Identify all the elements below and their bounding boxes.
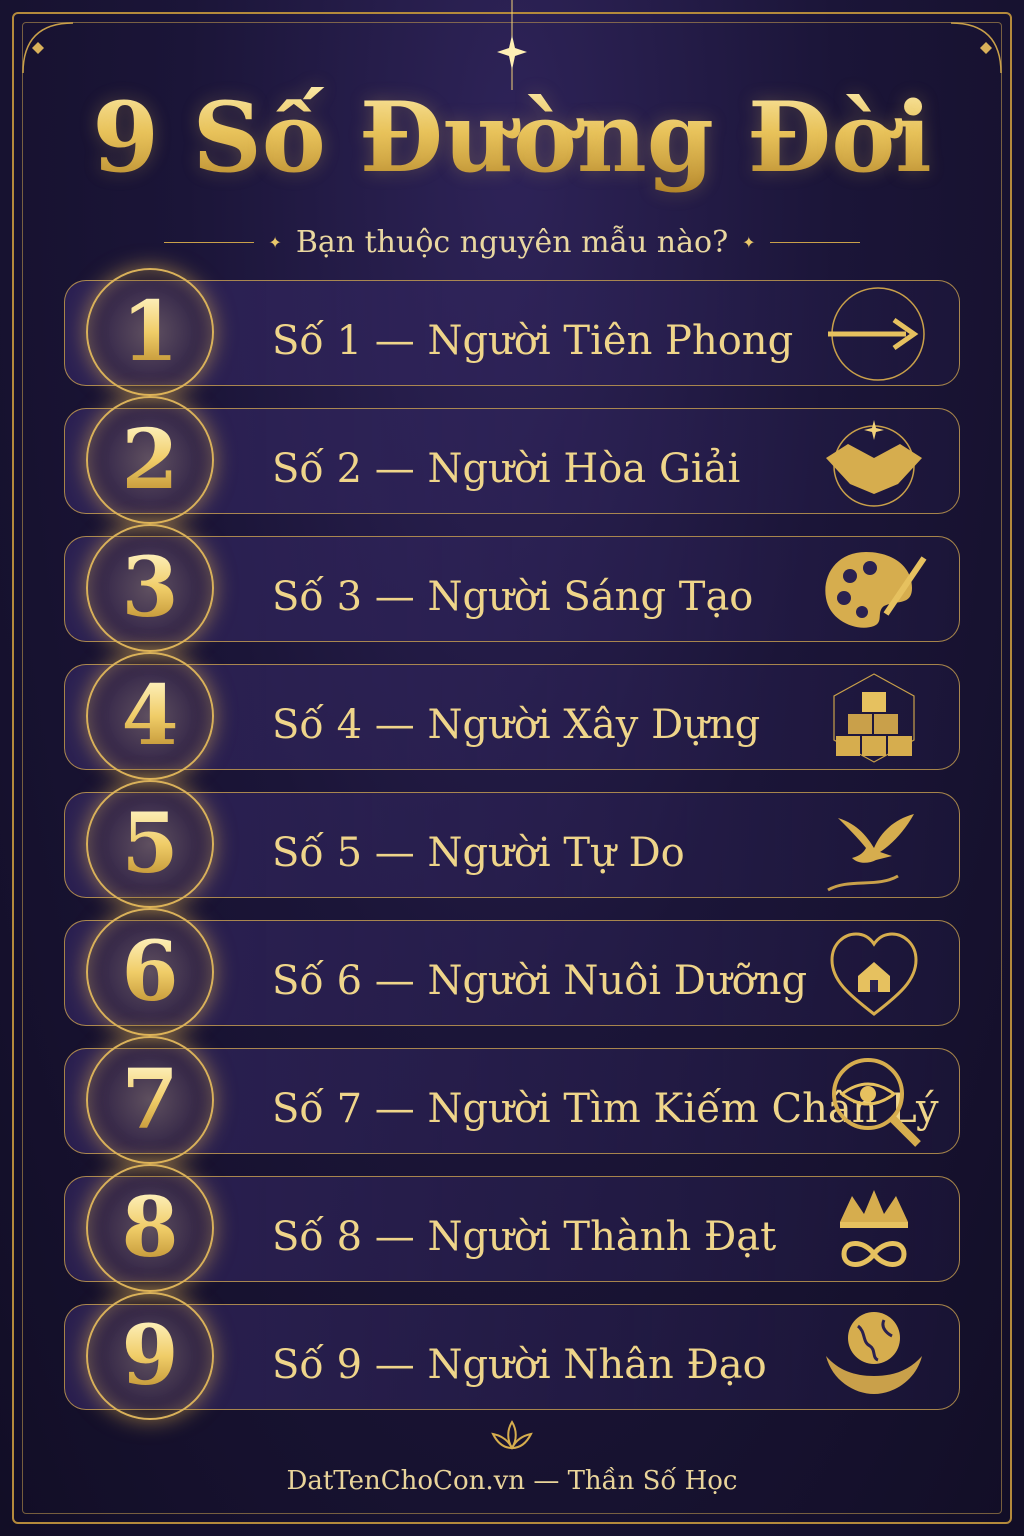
subtitle: Bạn thuộc nguyên mẫu nào? (295, 224, 729, 260)
item-label: Số 9 — Người Nhân Đạo (272, 1342, 767, 1388)
number-badge: 9 (86, 1292, 214, 1420)
number-badge: 6 (86, 908, 214, 1036)
crown-infinity-icon (840, 1190, 908, 1267)
badge-number: 4 (121, 668, 179, 764)
handshake-icon (826, 420, 922, 507)
subtitle-row: ✦ Bạn thuộc nguyên mẫu nào? ✦ (0, 222, 1024, 262)
item-label: Số 1 — Người Tiên Phong (272, 318, 794, 364)
number-badge: 7 (86, 1036, 214, 1164)
arrow-icon (828, 287, 925, 381)
item-label: Số 8 — Người Thành Đạt (272, 1214, 777, 1260)
footer-text: DatTenChoCon.vn — Thần Số Học (286, 1466, 738, 1496)
globe-hands-icon (826, 1312, 922, 1394)
divider (164, 241, 255, 243)
divider (769, 241, 860, 243)
number-badge: 4 (86, 652, 214, 780)
heart-home-icon (830, 932, 918, 1016)
badge-number: 8 (121, 1180, 179, 1276)
number-badge: 3 (86, 524, 214, 652)
number-badge: 8 (86, 1164, 214, 1292)
sparkle-icon: ✦ (268, 232, 282, 252)
number-badge: 2 (86, 396, 214, 524)
corner-ornament-icon (22, 22, 74, 74)
number-badge: 1 (86, 268, 214, 396)
lotus-icon (491, 1420, 533, 1450)
item-label: Số 2 — Người Hòa Giải (272, 446, 741, 492)
badge-number: 2 (121, 412, 179, 508)
item-label: Số 5 — Người Tự Do (272, 830, 685, 876)
item-label: Số 3 — Người Sáng Tạo (272, 574, 754, 620)
top-star-icon (497, 0, 527, 90)
bird-icon (827, 814, 914, 892)
badge-number: 1 (121, 284, 179, 380)
palette-icon (825, 552, 927, 628)
number-badge: 5 (86, 780, 214, 908)
badge-number: 9 (121, 1308, 179, 1404)
badge-number: 3 (121, 540, 179, 636)
eye-magnifier-icon (832, 1058, 921, 1147)
badge-number: 5 (121, 796, 179, 892)
sparkle-icon: ✦ (742, 232, 756, 252)
item-label: Số 6 — Người Nuôi Dưỡng (272, 958, 808, 1004)
page-title: 9 Số Đường Đời (0, 78, 1024, 198)
blocks-icon (833, 673, 915, 763)
corner-ornament-icon (950, 22, 1002, 74)
badge-number: 6 (121, 924, 179, 1020)
item-label: Số 4 — Người Xây Dựng (272, 702, 761, 748)
badge-number: 7 (121, 1052, 179, 1148)
